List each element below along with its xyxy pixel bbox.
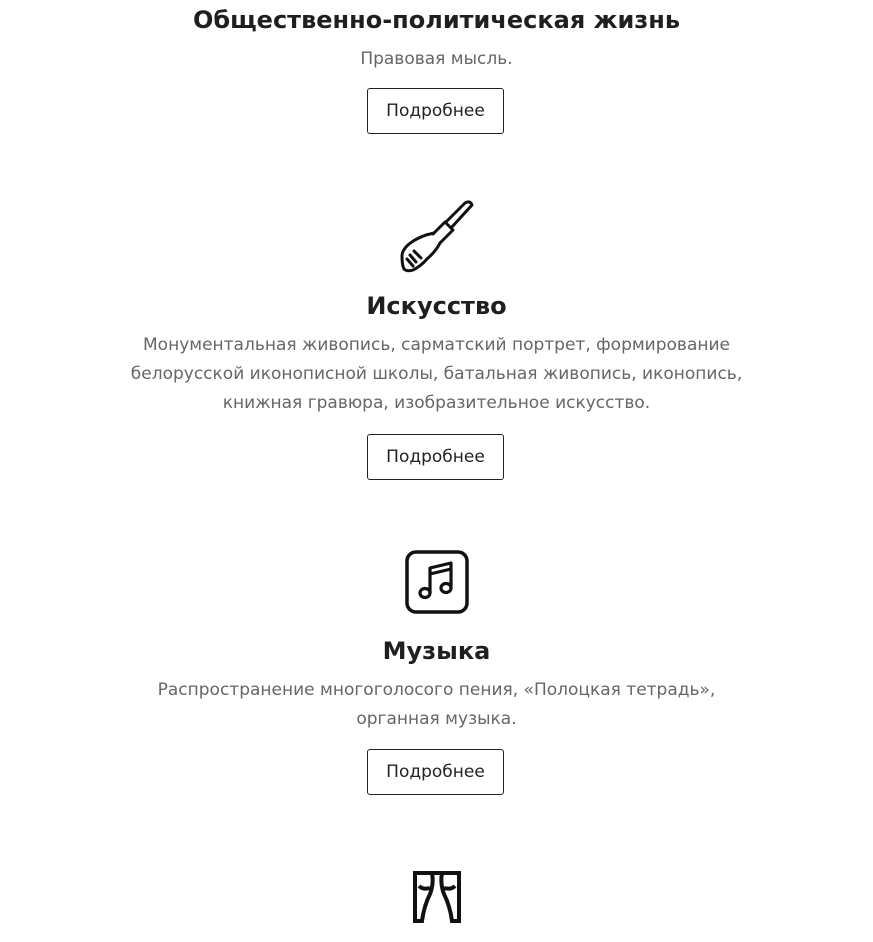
section-title-music: Музыка: [382, 637, 491, 665]
theater-curtain-icon: [413, 871, 461, 923]
section-title-art: Искусство: [366, 292, 507, 320]
section-description-music: Распространение многоголосого пения, «По…: [157, 680, 716, 729]
more-button-art[interactable]: Подробнее: [367, 434, 504, 480]
section-description-art: Монументальная живопись, сарматский порт…: [130, 335, 743, 413]
more-button-music[interactable]: Подробнее: [367, 749, 504, 795]
paintbrush-icon: [400, 200, 474, 273]
music-note-icon: [405, 550, 469, 614]
section-title-politics: Общественно-политическая жизнь: [192, 6, 680, 34]
more-button-politics[interactable]: Подробнее: [367, 88, 504, 134]
section-description-politics: Правовая мысль.: [360, 49, 513, 69]
